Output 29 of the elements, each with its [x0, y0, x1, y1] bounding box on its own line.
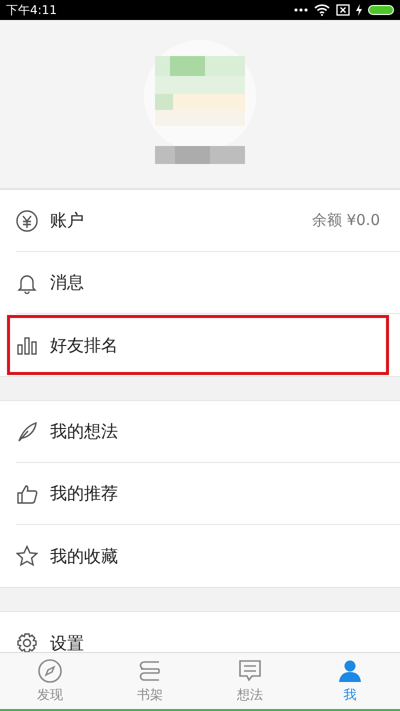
- yuan-icon: [16, 210, 38, 232]
- menu-label: 消息: [50, 272, 84, 294]
- menu-label: 我的想法: [50, 421, 118, 443]
- menu-label: 账户: [50, 210, 84, 232]
- menu-item[interactable]: 我的推荐: [16, 463, 400, 525]
- person-icon: [337, 658, 363, 684]
- balance-text: 余额 ¥0.0: [312, 211, 380, 230]
- compass-icon: [37, 658, 63, 684]
- status-time: 下午4:11: [6, 2, 57, 18]
- comment-icon: [237, 658, 263, 684]
- menu-label: 我的推荐: [50, 483, 118, 505]
- menu-item[interactable]: 消息: [16, 252, 400, 314]
- menu-item[interactable]: 好友排名: [6, 314, 390, 376]
- star-icon: [16, 545, 38, 567]
- battery-icon: [368, 5, 394, 15]
- menu-item[interactable]: 我的想法: [16, 401, 400, 463]
- feather-icon: [16, 420, 38, 442]
- books-icon: [137, 658, 163, 684]
- more-icon: [294, 7, 308, 13]
- settings-icon: [16, 632, 38, 652]
- menu-label: 好友排名: [50, 334, 118, 356]
- menu-label: 设置: [50, 632, 84, 652]
- charging-icon: [356, 4, 362, 16]
- wifi-icon: [314, 4, 330, 16]
- sim-icon: [336, 4, 350, 16]
- menu-label: 我的收藏: [50, 546, 118, 568]
- menu-item[interactable]: 账户 余额 ¥0.0: [16, 190, 400, 252]
- thumbs-up-icon: [16, 482, 38, 504]
- menu-item[interactable]: 我的收藏: [16, 525, 400, 587]
